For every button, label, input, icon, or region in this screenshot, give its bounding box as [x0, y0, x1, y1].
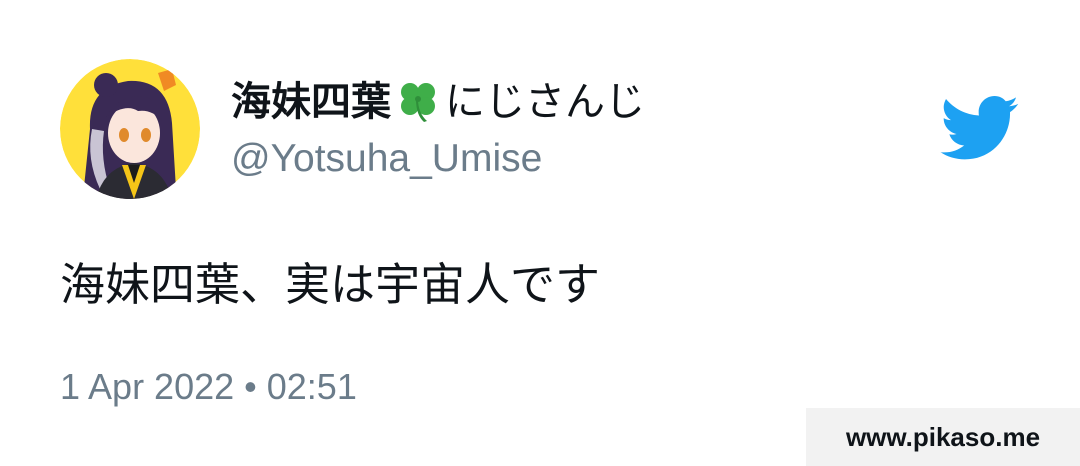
tweet-text: 海妹四葉、実は宇宙人です — [60, 259, 601, 310]
avatar-image — [60, 59, 200, 199]
avatar[interactable] — [60, 59, 200, 199]
author-affiliation-text: にじさんじ — [445, 80, 645, 124]
author-handle[interactable]: @Yotsuha_Umise — [231, 136, 542, 182]
twitter-bird-icon[interactable] — [940, 96, 1020, 162]
tweet-card: 海妹四葉 にじさんじ @Yotsuha_Umise 海妹四葉、実は宇宙人です 1… — [0, 0, 1080, 466]
watermark-badge: www.pikaso.me — [806, 408, 1080, 466]
author-display-name[interactable]: 海妹四葉 にじさんじ — [231, 78, 645, 126]
four-leaf-clover-icon — [393, 79, 443, 123]
author-name-text: 海妹四葉 — [231, 80, 391, 124]
tweet-timestamp[interactable]: 1 Apr 2022 • 02:51 — [60, 366, 357, 408]
